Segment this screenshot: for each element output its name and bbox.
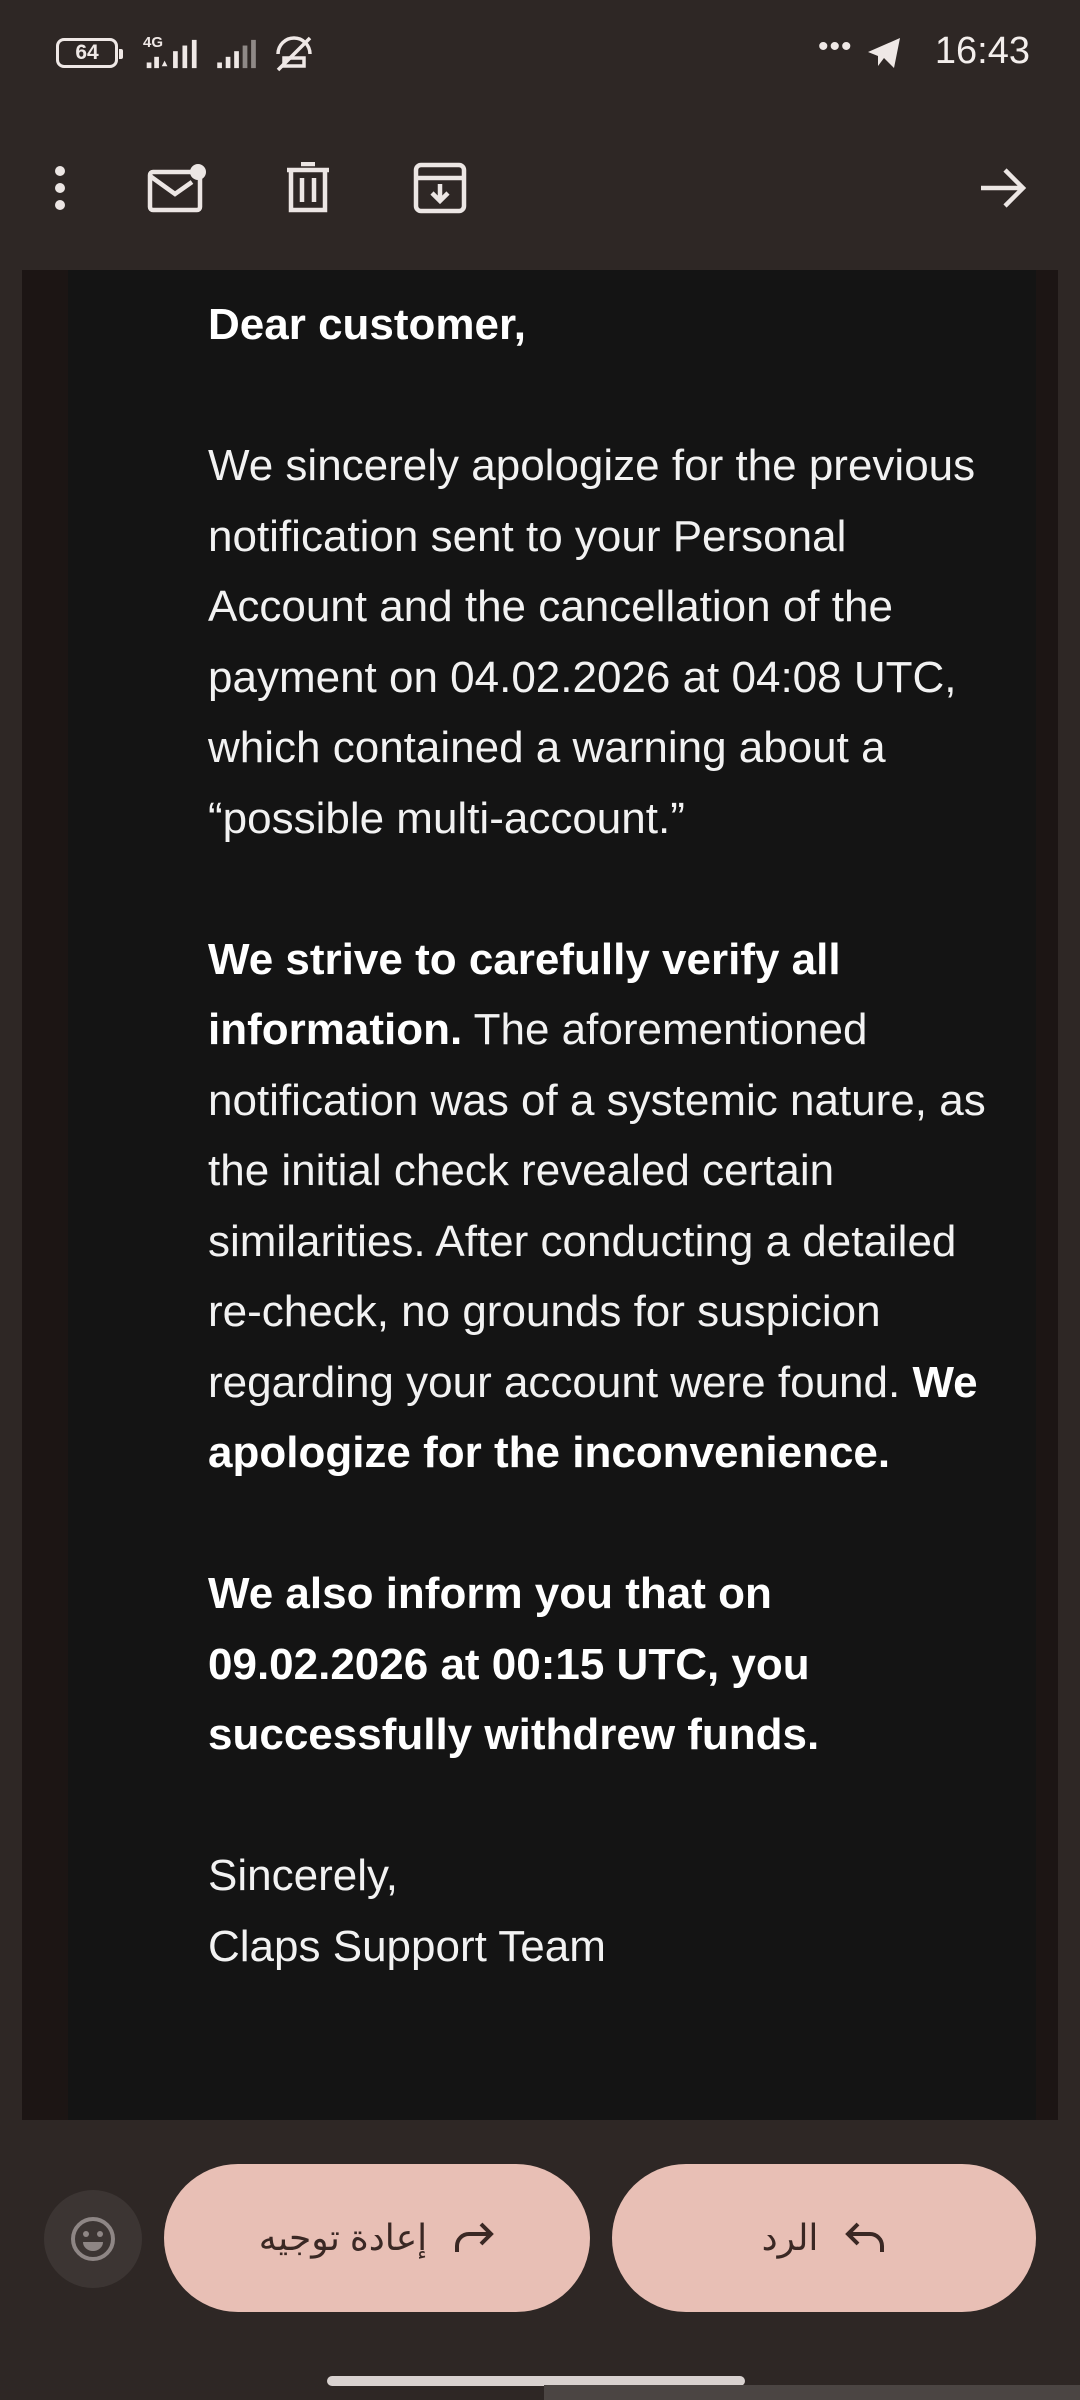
signal-2-icon [217,39,256,69]
more-vert-icon[interactable] [20,148,100,228]
clock: 16:43 [934,30,1030,72]
paragraph-verification: We strive to carefully verify all inform… [208,925,988,1489]
emoji-react-button[interactable] [44,2190,142,2288]
email-body: Dear customer, We sincerely apologize fo… [68,270,1036,2120]
closing: Sincerely, [208,1851,398,1900]
signature: Claps Support Team [208,1921,606,1971]
battery-level: 64 [75,41,99,64]
email-toolbar [0,108,1080,270]
paragraph-apology: We sincerely apologize for the previous … [208,441,976,843]
smiley-icon [71,2217,115,2261]
mute-icon [276,36,312,72]
email-text: Dear customer, We sincerely apologize fo… [208,290,988,1982]
forward-arrow-icon[interactable] [964,148,1044,228]
reply-label: الرد [761,2217,819,2258]
greeting: Dear customer, [208,300,526,349]
archive-icon[interactable] [400,148,480,228]
more-dots-icon: ••• [818,30,853,63]
scrollbar[interactable] [544,2385,1080,2400]
mark-unread-icon[interactable] [137,148,217,228]
email-frame: Dear customer, We sincerely apologize fo… [22,270,1058,2120]
verification-text: The aforementioned notification was of a… [208,1005,986,1407]
action-bar: إعادة توجيه الرد [0,2120,1080,2400]
signal-icon [146,39,197,69]
forward-button[interactable]: إعادة توجيه [164,2164,590,2312]
status-bar: 64 4G ••• 16:43 [0,0,1080,108]
reply-icon [845,2222,885,2252]
telegram-icon [868,38,900,68]
forward-icon [455,2222,495,2252]
battery-icon: 64 [56,38,123,68]
forward-label: إعادة توجيه [258,2217,428,2258]
reply-button[interactable]: الرد [612,2164,1036,2312]
delete-icon[interactable] [268,148,348,228]
paragraph-withdrawal: We also inform you that on 09.02.2026 at… [208,1569,820,1759]
